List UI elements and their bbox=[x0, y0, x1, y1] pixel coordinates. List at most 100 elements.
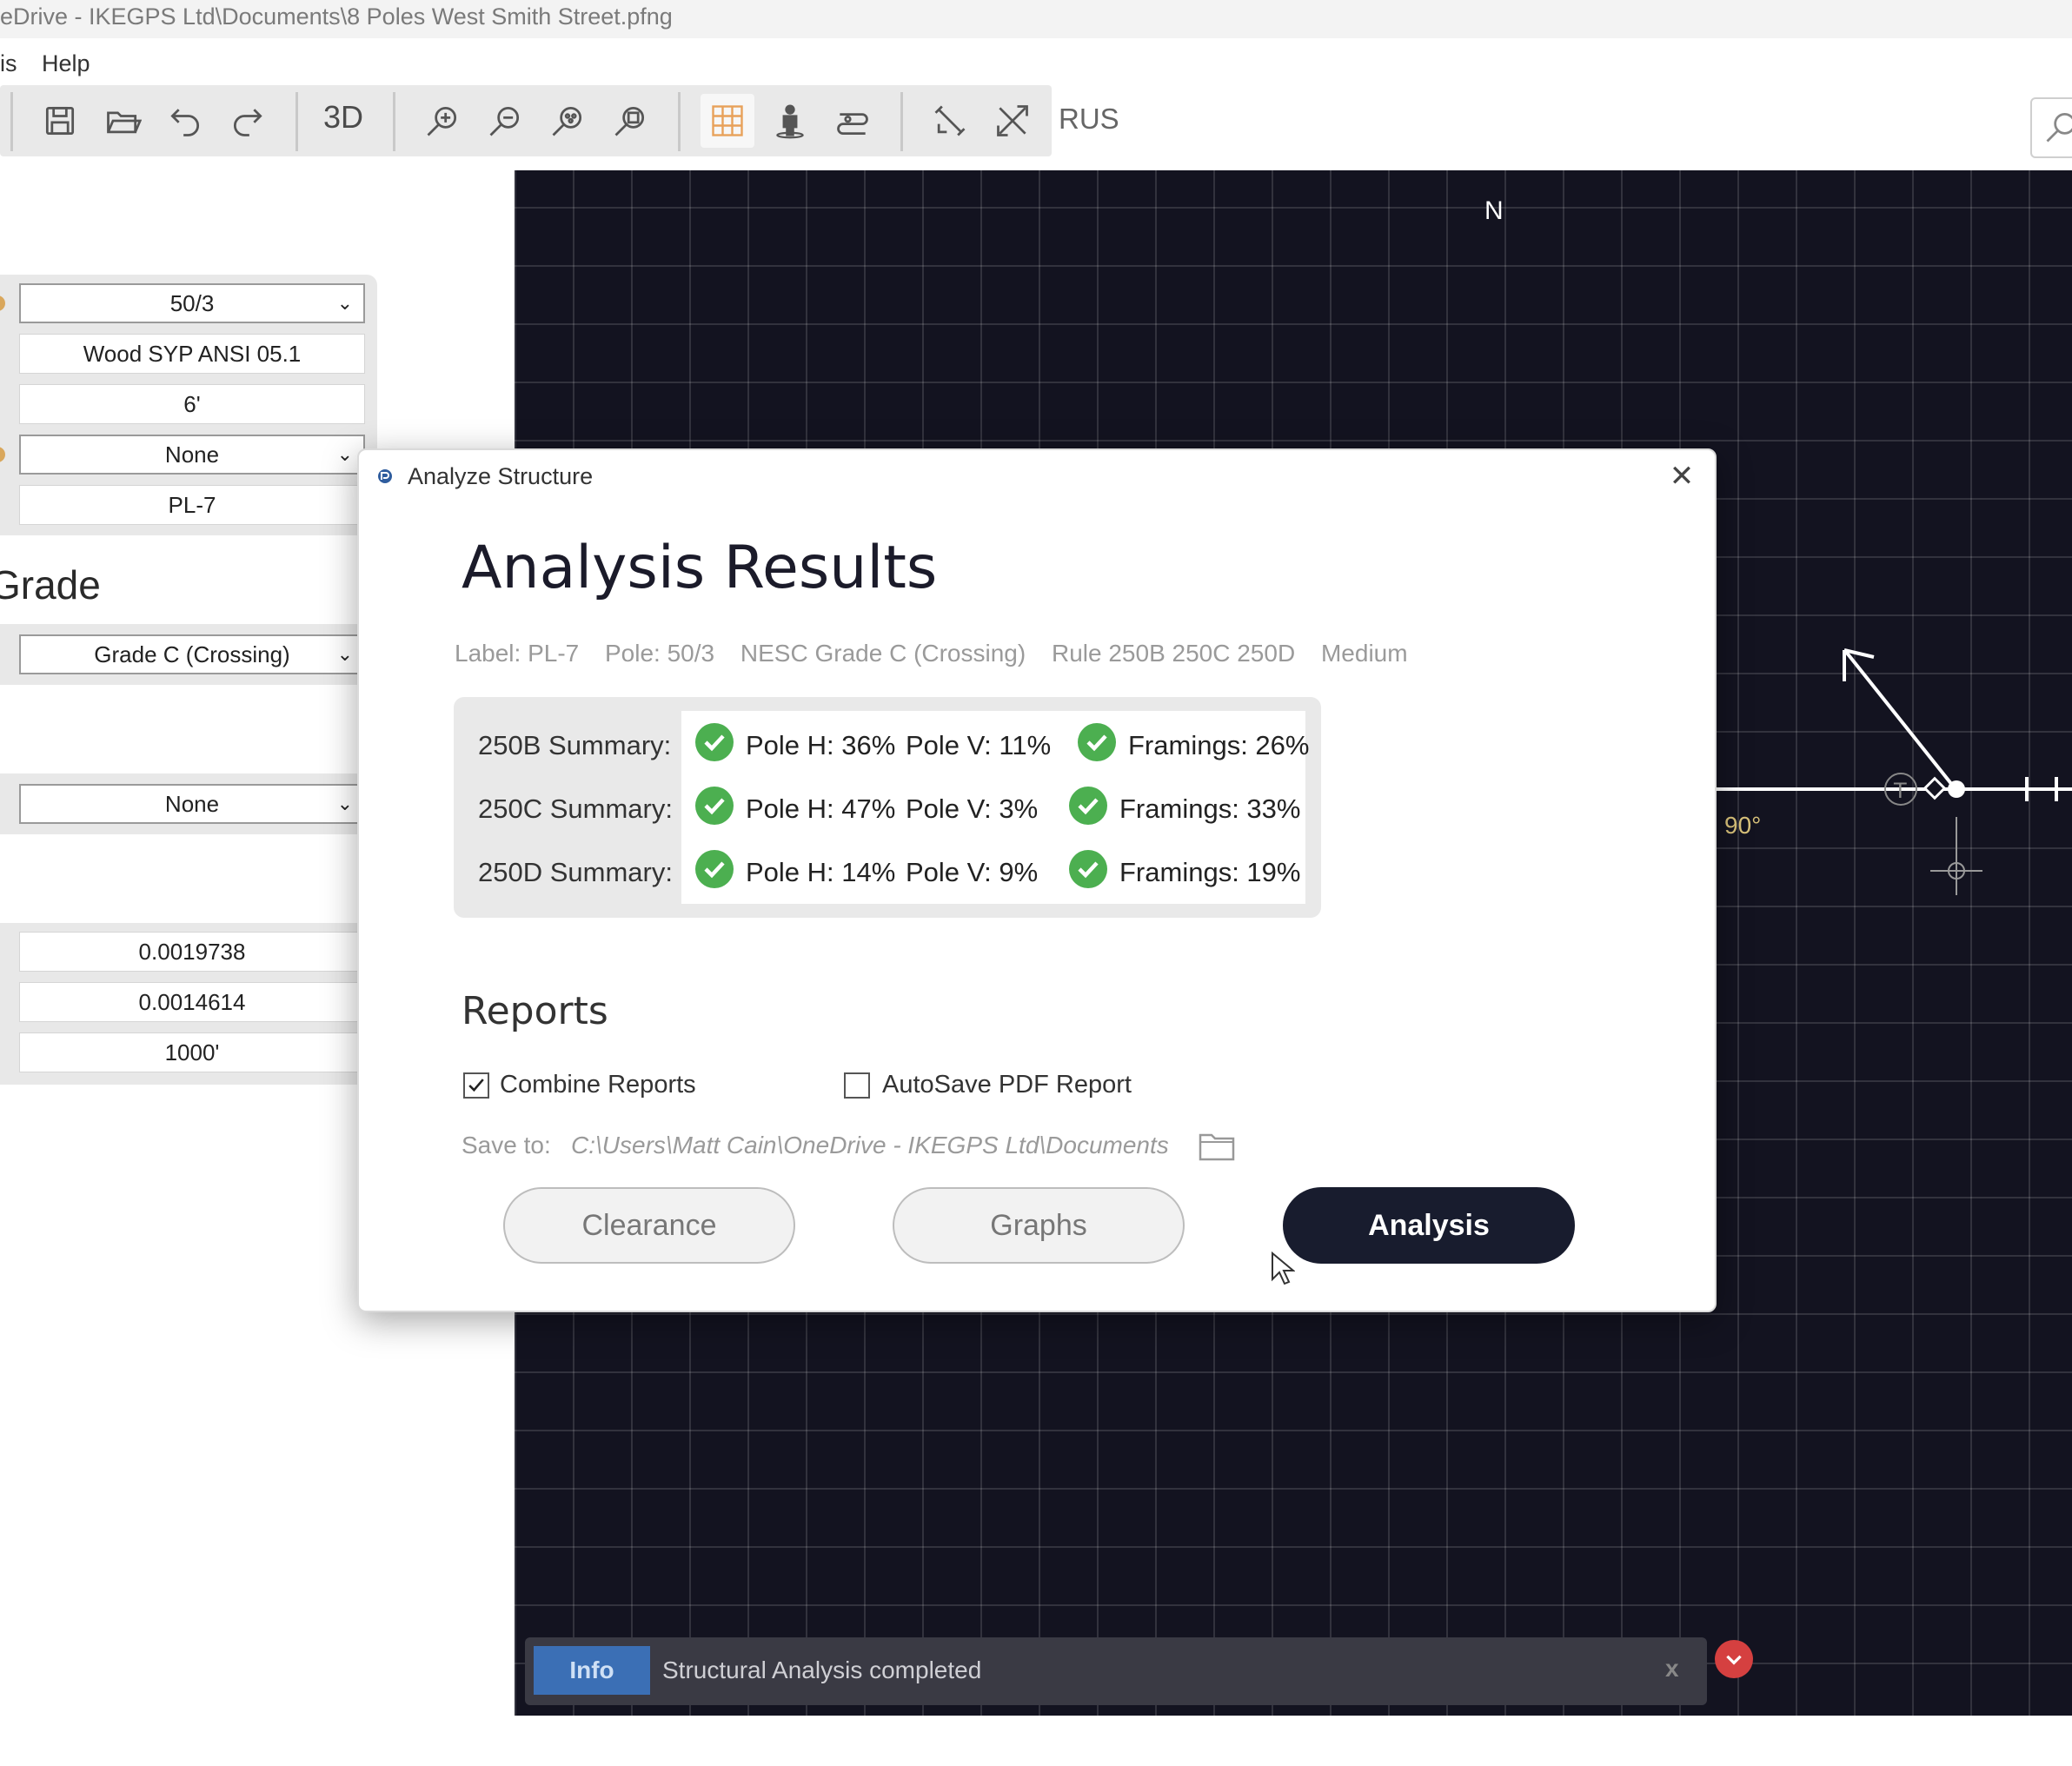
graphs-button[interactable]: Graphs bbox=[893, 1187, 1185, 1264]
meta-label: Label: PL-7 bbox=[455, 640, 580, 667]
pole-class-value: 50/3 bbox=[169, 289, 215, 316]
span-button[interactable] bbox=[826, 94, 880, 148]
label-field[interactable]: PL-7 bbox=[19, 485, 365, 525]
zoom-in-icon bbox=[427, 106, 457, 136]
summary-results: Pole H: 36% Pole V: 11% Framings: 26% Po… bbox=[681, 711, 1309, 904]
guy-direction-arrow[interactable] bbox=[1844, 650, 1957, 791]
value-2: 0.0014614 bbox=[138, 988, 246, 1015]
species-value: Wood SYP ANSI 05.1 bbox=[83, 340, 302, 367]
north-label: N bbox=[1484, 196, 1504, 225]
zoom-reset-button[interactable] bbox=[603, 94, 657, 148]
value-field-1[interactable]: 0.0019738 bbox=[19, 932, 365, 972]
pass-check-icon bbox=[695, 787, 734, 825]
pole-properties-panel: 50/3 ⌄ Wood SYP ANSI 05.1 6' None ⌄ PL-7 bbox=[0, 275, 377, 535]
measure-icon bbox=[934, 105, 966, 136]
grade-select[interactable]: Grade C (Crossing) ⌄ bbox=[19, 634, 365, 674]
pole-h-250d: Pole H: 14% bbox=[746, 857, 896, 887]
redo-button[interactable] bbox=[221, 94, 275, 148]
species-field[interactable]: Wood SYP ANSI 05.1 bbox=[19, 334, 365, 374]
pole-class-select[interactable]: 50/3 ⌄ bbox=[19, 283, 365, 323]
chevron-down-icon: ⌄ bbox=[336, 443, 353, 465]
attachment-diamond[interactable] bbox=[1923, 776, 1947, 800]
search-button[interactable] bbox=[2030, 97, 2072, 158]
grid-icon bbox=[712, 105, 743, 136]
autosave-pdf-label[interactable]: AutoSave PDF Report bbox=[882, 1071, 1132, 1099]
pole-plan-graphic[interactable]: T bbox=[1712, 643, 2072, 904]
open-button[interactable] bbox=[96, 94, 149, 148]
toolbar-separator bbox=[678, 92, 681, 151]
dialog-title-bar[interactable]: Analyze Structure ✕ bbox=[359, 450, 1715, 504]
zoom-fit-button[interactable] bbox=[541, 94, 594, 148]
option-select[interactable]: None ⌄ bbox=[19, 435, 365, 475]
person-button[interactable] bbox=[763, 94, 817, 148]
combine-reports-label[interactable]: Combine Reports bbox=[500, 1071, 696, 1099]
chevron-down-icon: ⌄ bbox=[336, 793, 353, 814]
cursor-icon bbox=[1272, 1251, 1295, 1285]
combine-reports-checkbox[interactable] bbox=[463, 1072, 489, 1099]
grade-heading: Grade bbox=[0, 562, 101, 607]
chevron-down-icon bbox=[1726, 1655, 1742, 1665]
toolbar-separator bbox=[393, 92, 395, 151]
grid-toggle-button[interactable] bbox=[701, 94, 754, 148]
setting-depth-field[interactable]: 6' bbox=[19, 384, 365, 424]
autosave-pdf-checkbox[interactable] bbox=[844, 1072, 870, 1099]
measure-button[interactable] bbox=[923, 94, 977, 148]
analysis-button[interactable]: Analysis bbox=[1283, 1187, 1575, 1264]
secondary-option-select[interactable]: None ⌄ bbox=[19, 784, 365, 824]
rus-button[interactable]: RUS bbox=[1059, 103, 1119, 136]
close-icon[interactable]: ✕ bbox=[1664, 459, 1699, 494]
meta-loading: Medium bbox=[1320, 640, 1408, 667]
analysis-label: Analysis bbox=[1368, 1208, 1490, 1242]
pass-check-icon bbox=[695, 723, 734, 761]
clearance-label: Clearance bbox=[581, 1208, 717, 1242]
view-3d-button[interactable]: 3D bbox=[323, 99, 363, 136]
summary-label-250b: 250B Summary: bbox=[478, 730, 672, 760]
pass-check-icon bbox=[695, 850, 734, 888]
pole-h-250b: Pole H: 36% bbox=[746, 730, 896, 760]
framings-250c: Framings: 33% bbox=[1119, 793, 1301, 824]
chevron-down-icon: ⌄ bbox=[336, 643, 353, 665]
anchor-marker[interactable] bbox=[1930, 817, 1982, 895]
value-field-3[interactable]: 1000' bbox=[19, 1032, 365, 1072]
clearance-button[interactable]: Clearance bbox=[503, 1187, 795, 1264]
option-value: None bbox=[164, 441, 220, 468]
app-logo-icon bbox=[378, 469, 392, 483]
pole-v-250c: Pole V: 3% bbox=[906, 793, 1039, 824]
toolbar-separator bbox=[10, 92, 13, 151]
secondary-option-value: None bbox=[164, 790, 220, 817]
guy-button[interactable] bbox=[986, 94, 1039, 148]
graphs-label: Graphs bbox=[990, 1208, 1087, 1242]
undo-button[interactable] bbox=[158, 94, 212, 148]
undo-icon bbox=[170, 109, 199, 136]
folder-icon[interactable] bbox=[1199, 1130, 1235, 1161]
span-icon bbox=[837, 113, 868, 136]
menu-item-help[interactable]: Help bbox=[42, 50, 90, 77]
zoom-in-button[interactable] bbox=[415, 94, 469, 148]
zoom-fit-icon bbox=[552, 106, 582, 136]
tap-marker-letter: T bbox=[1893, 779, 1907, 803]
guy-icon bbox=[997, 105, 1028, 136]
window-title: eDrive - IKEGPS Ltd\Documents\8 Poles We… bbox=[0, 3, 673, 30]
person-icon bbox=[776, 104, 804, 139]
zoom-out-button[interactable] bbox=[478, 94, 532, 148]
pole-node[interactable] bbox=[1948, 780, 1965, 798]
pole-v-250d: Pole V: 9% bbox=[906, 857, 1039, 887]
toolbar-separator bbox=[900, 92, 903, 151]
expand-notifications-button[interactable] bbox=[1715, 1640, 1753, 1678]
zoom-out-icon bbox=[489, 106, 520, 136]
framings-250b: Framings: 26% bbox=[1128, 730, 1310, 760]
status-indicator bbox=[0, 447, 5, 462]
window-title-bar: eDrive - IKEGPS Ltd\Documents\8 Poles We… bbox=[0, 0, 2072, 38]
value-field-2[interactable]: 0.0014614 bbox=[19, 982, 365, 1022]
save-path-value[interactable]: C:\Users\Matt Cain\OneDrive - IKEGPS Ltd… bbox=[571, 1132, 1169, 1159]
meta-rule: Rule 250B 250C 250D bbox=[1051, 640, 1296, 667]
analysis-meta: Label: PL-7 Pole: 50/3 NESC Grade C (Cro… bbox=[455, 640, 1427, 667]
status-indicator bbox=[0, 295, 5, 311]
search-icon bbox=[2046, 112, 2072, 143]
pass-check-icon bbox=[1069, 850, 1107, 888]
value-3: 1000' bbox=[164, 1039, 220, 1066]
reports-heading: Reports bbox=[462, 989, 608, 1033]
status-close-button[interactable]: x bbox=[1665, 1655, 1679, 1683]
save-button[interactable] bbox=[33, 94, 87, 148]
menu-item-analysis[interactable]: is bbox=[0, 50, 17, 77]
